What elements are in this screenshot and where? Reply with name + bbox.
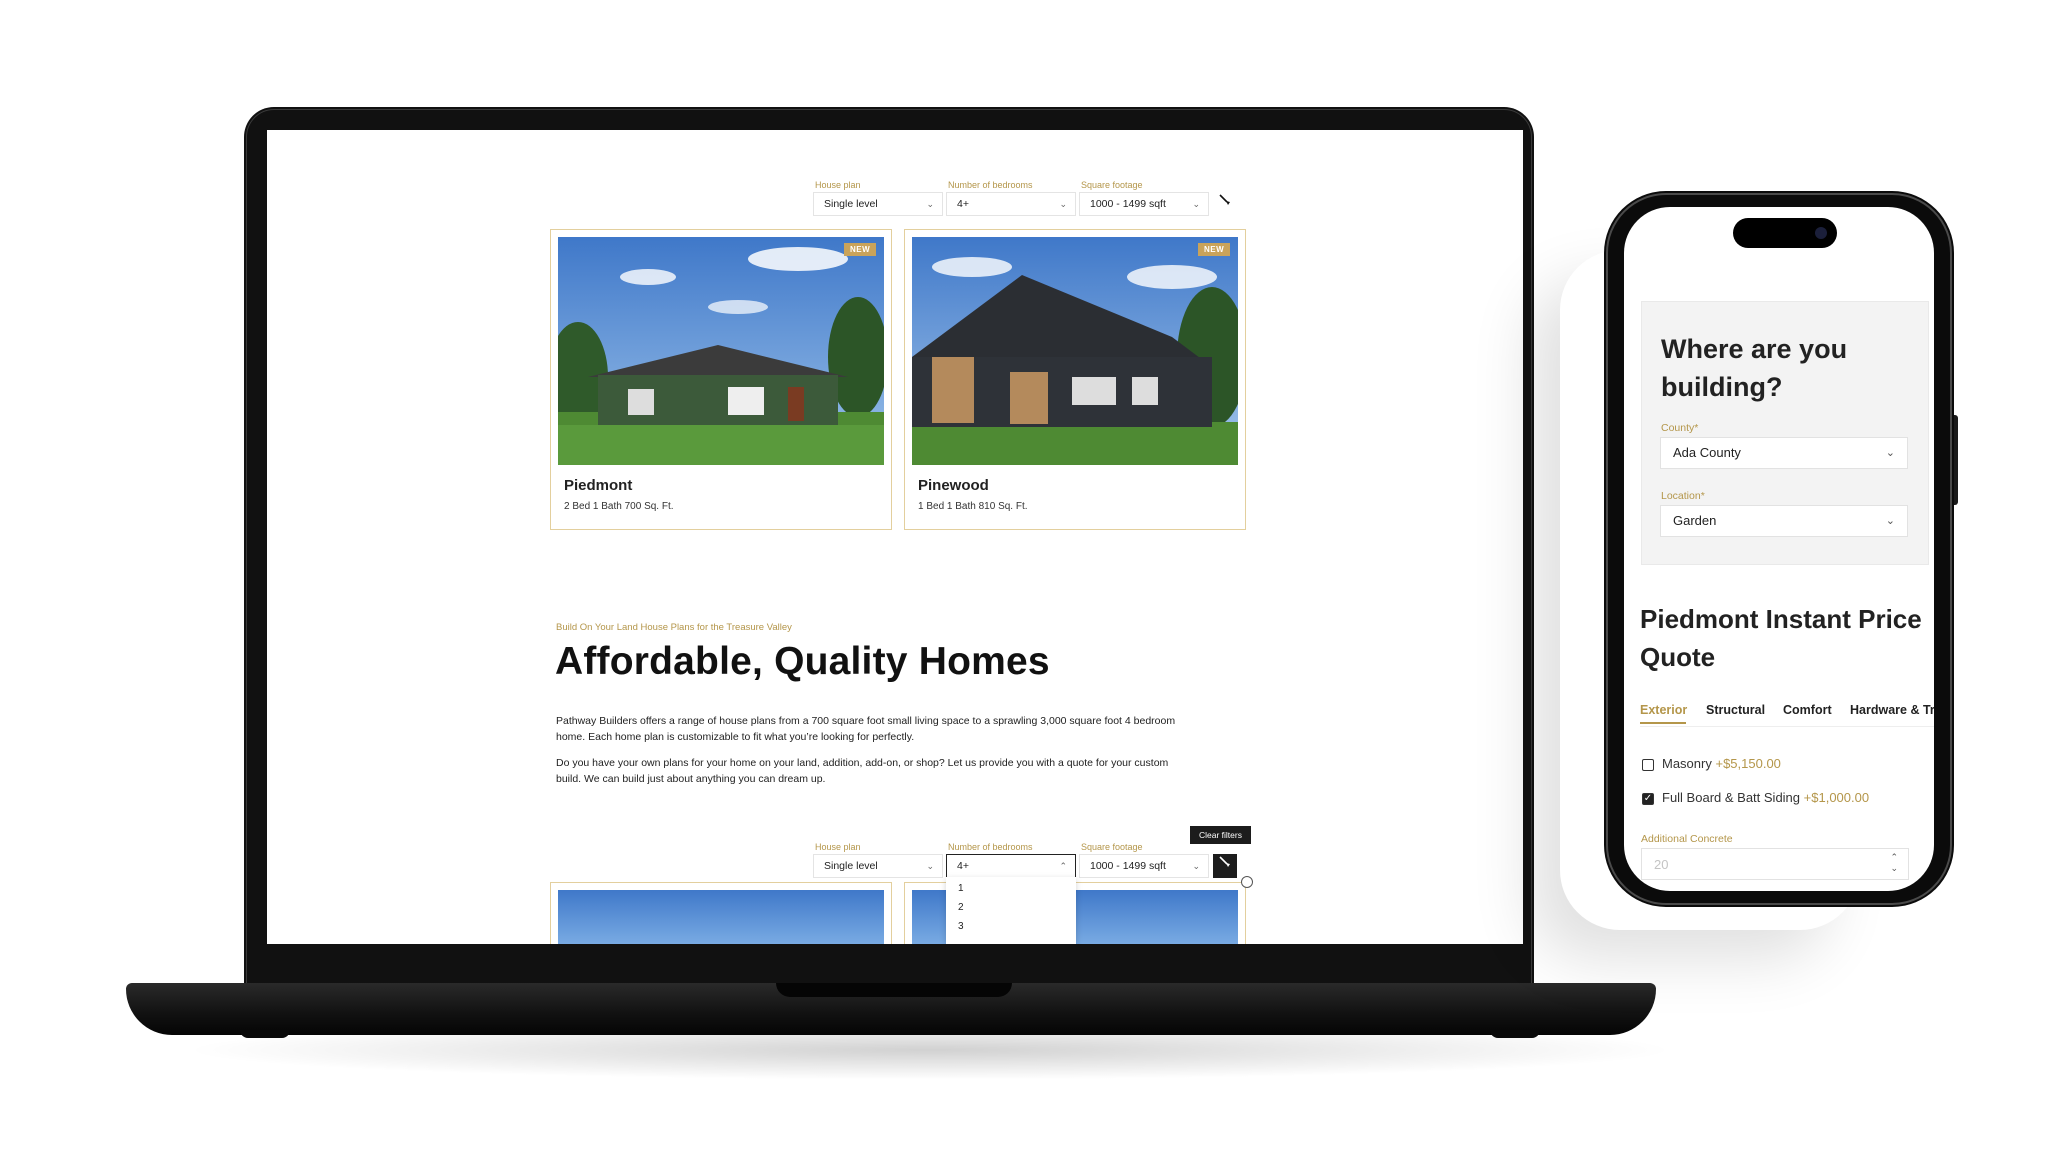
bedrooms-label: Number of bedrooms xyxy=(948,180,1033,190)
location-label: Location* xyxy=(1661,490,1705,502)
sqft-select[interactable]: 1000 - 1499 sqft ⌄ xyxy=(1079,192,1209,216)
house-card-pinewood[interactable]: NEW Pinewood 1 Bed 1 Bath 810 Sq. Ft. xyxy=(904,229,1246,530)
location-heading: Where are you building? xyxy=(1661,334,1848,402)
tab-structural[interactable]: Structural xyxy=(1706,703,1765,717)
camera-icon xyxy=(1815,227,1827,239)
county-label: County* xyxy=(1661,422,1699,434)
card-title: Pinewood xyxy=(918,477,989,494)
laptop-foot-right xyxy=(1490,1030,1540,1038)
sqft-label: Square footage xyxy=(1081,180,1143,190)
tab-hardware-trim[interactable]: Hardware & Trim xyxy=(1850,703,1934,717)
county-select[interactable]: Ada County ⌄ xyxy=(1660,437,1908,469)
new-badge: NEW xyxy=(844,243,877,256)
house-plan-value: Single level xyxy=(824,198,878,210)
dropdown-option[interactable]: 2 xyxy=(958,902,964,913)
cursor-icon xyxy=(1241,876,1253,888)
clear-filters-button[interactable] xyxy=(1213,854,1237,878)
stepper-icon[interactable]: ⌃ ⌄ xyxy=(1890,852,1898,874)
location-select[interactable]: Garden ⌄ xyxy=(1660,505,1908,537)
chevron-down-icon: ⌄ xyxy=(1059,199,1067,209)
card-title: Piedmont xyxy=(564,477,633,494)
tabs-divider xyxy=(1640,726,1934,727)
chevron-down-icon: ⌄ xyxy=(1885,515,1895,527)
siding-checkbox[interactable]: ✓ xyxy=(1642,793,1654,805)
option-price: +$1,000.00 xyxy=(1803,790,1870,805)
tab-comfort[interactable]: Comfort xyxy=(1783,703,1832,717)
bedrooms-value: 4+ xyxy=(957,860,969,872)
dropdown-option[interactable]: 3 xyxy=(958,921,964,932)
masonry-checkbox[interactable] xyxy=(1642,759,1654,771)
county-value: Ada County xyxy=(1673,445,1741,460)
bedrooms-select-open[interactable]: 4+ ⌃ xyxy=(946,854,1076,878)
broom-icon xyxy=(1219,856,1230,867)
dropdown-option[interactable]: 1 xyxy=(958,883,964,894)
location-value: Garden xyxy=(1673,513,1717,528)
intro-paragraph: Pathway Builders offers a range of house… xyxy=(556,715,1176,743)
concrete-label: Additional Concrete xyxy=(1641,833,1733,845)
tab-exterior[interactable]: Exterior xyxy=(1640,703,1687,717)
clear-filters-tooltip: Clear filters xyxy=(1190,826,1251,844)
option-label: Masonry xyxy=(1662,756,1712,771)
house-plan-value: Single level xyxy=(824,860,878,872)
custom-quote-paragraph: Do you have your own plans for your home… xyxy=(556,757,1169,785)
sqft-value: 1000 - 1499 sqft xyxy=(1090,198,1166,210)
new-badge: NEW xyxy=(1198,243,1231,256)
option-label: Full Board & Batt Siding xyxy=(1662,790,1801,805)
laptop-notch xyxy=(776,983,1012,997)
bedrooms-label: Number of bedrooms xyxy=(948,842,1033,852)
bedrooms-select[interactable]: 4+ ⌄ xyxy=(946,192,1076,216)
broom-icon xyxy=(1219,194,1230,205)
chevron-down-icon: ⌄ xyxy=(1192,861,1200,871)
house-card[interactable] xyxy=(550,882,892,944)
house-plan-select[interactable]: Single level ⌄ xyxy=(813,854,943,878)
house-card-piedmont[interactable]: NEW Piedmont 2 Bed 1 Bath 700 Sq. Ft. xyxy=(550,229,892,530)
house-image-piedmont xyxy=(558,237,884,465)
clear-filters-button[interactable] xyxy=(1213,192,1237,216)
house-plan-label: House plan xyxy=(815,180,861,190)
laptop-foot-left xyxy=(240,1030,290,1038)
chevron-down-icon: ⌄ xyxy=(926,861,934,871)
bedrooms-dropdown-menu: 1 2 3 xyxy=(946,877,1076,944)
siding-option: Full Board & Batt Siding +$1,000.00 xyxy=(1662,790,1869,805)
chevron-up-icon: ⌃ xyxy=(1059,861,1067,871)
house-image xyxy=(558,890,884,944)
section-eyebrow: Build On Your Land House Plans for the T… xyxy=(556,622,792,633)
quote-heading: Piedmont Instant Price Quote xyxy=(1640,604,1922,672)
laptop-screen: House plan Number of bedrooms Square foo… xyxy=(267,130,1523,944)
page-title: Affordable, Quality Homes xyxy=(555,640,1050,683)
card-subtitle: 2 Bed 1 Bath 700 Sq. Ft. xyxy=(564,501,674,512)
card-subtitle: 1 Bed 1 Bath 810 Sq. Ft. xyxy=(918,501,1028,512)
chevron-down-icon: ⌄ xyxy=(1885,447,1895,459)
sqft-label: Square footage xyxy=(1081,842,1143,852)
house-plan-label: House plan xyxy=(815,842,861,852)
bedrooms-value: 4+ xyxy=(957,198,969,210)
chevron-down-icon: ⌄ xyxy=(1192,199,1200,209)
masonry-option: Masonry +$5,150.00 xyxy=(1662,756,1781,771)
active-tab-indicator xyxy=(1640,722,1686,724)
house-plan-select[interactable]: Single level ⌄ xyxy=(813,192,943,216)
concrete-placeholder: 20 xyxy=(1654,857,1669,872)
sqft-value: 1000 - 1499 sqft xyxy=(1090,860,1166,872)
chevron-down-icon: ⌄ xyxy=(926,199,934,209)
option-price: +$5,150.00 xyxy=(1715,756,1781,771)
house-image-pinewood xyxy=(912,237,1238,465)
sqft-select[interactable]: 1000 - 1499 sqft ⌄ xyxy=(1079,854,1209,878)
concrete-input[interactable]: 20 ⌃ ⌄ xyxy=(1641,848,1909,880)
